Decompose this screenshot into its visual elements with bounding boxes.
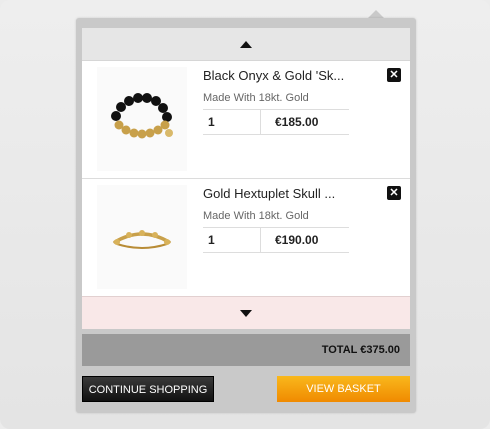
- basket-item-list: Black Onyx & Gold 'Sk... Made With 18kt.…: [82, 61, 410, 296]
- product-image[interactable]: [97, 67, 187, 171]
- triangle-up-icon: [240, 40, 252, 48]
- product-name[interactable]: Black Onyx & Gold 'Sk...: [203, 68, 344, 83]
- continue-shopping-button[interactable]: CONTINUE SHOPPING: [82, 376, 214, 402]
- triangle-down-icon: [240, 309, 252, 317]
- scroll-up-button[interactable]: [82, 28, 410, 61]
- quantity-field[interactable]: 1: [203, 228, 261, 252]
- view-basket-button[interactable]: VIEW BASKET: [277, 376, 410, 402]
- popover-pointer: [368, 10, 384, 18]
- gold-cuff-image: [113, 230, 171, 249]
- item-price: €190.00: [275, 233, 319, 247]
- basket-item: Black Onyx & Gold 'Sk... Made With 18kt.…: [82, 61, 410, 178]
- basket-total: TOTAL €375.00: [82, 334, 410, 366]
- bead-bracelet-image: [111, 93, 173, 139]
- scroll-down-button[interactable]: [82, 296, 410, 329]
- item-price: €185.00: [275, 115, 319, 129]
- item-details-row: 1 €190.00: [203, 227, 349, 253]
- total-label: TOTAL €375.00: [321, 344, 400, 356]
- product-name[interactable]: Gold Hextuplet Skull ...: [203, 186, 335, 201]
- close-icon[interactable]: ✕: [387, 68, 401, 82]
- item-details-row: 1 €185.00: [203, 109, 349, 135]
- product-subtitle: Made With 18kt. Gold: [203, 210, 309, 222]
- product-image[interactable]: [97, 185, 187, 289]
- quantity-field[interactable]: 1: [203, 110, 261, 134]
- close-icon[interactable]: ✕: [387, 186, 401, 200]
- basket-item: Gold Hextuplet Skull ... Made With 18kt.…: [82, 178, 410, 296]
- product-subtitle: Made With 18kt. Gold: [203, 92, 309, 104]
